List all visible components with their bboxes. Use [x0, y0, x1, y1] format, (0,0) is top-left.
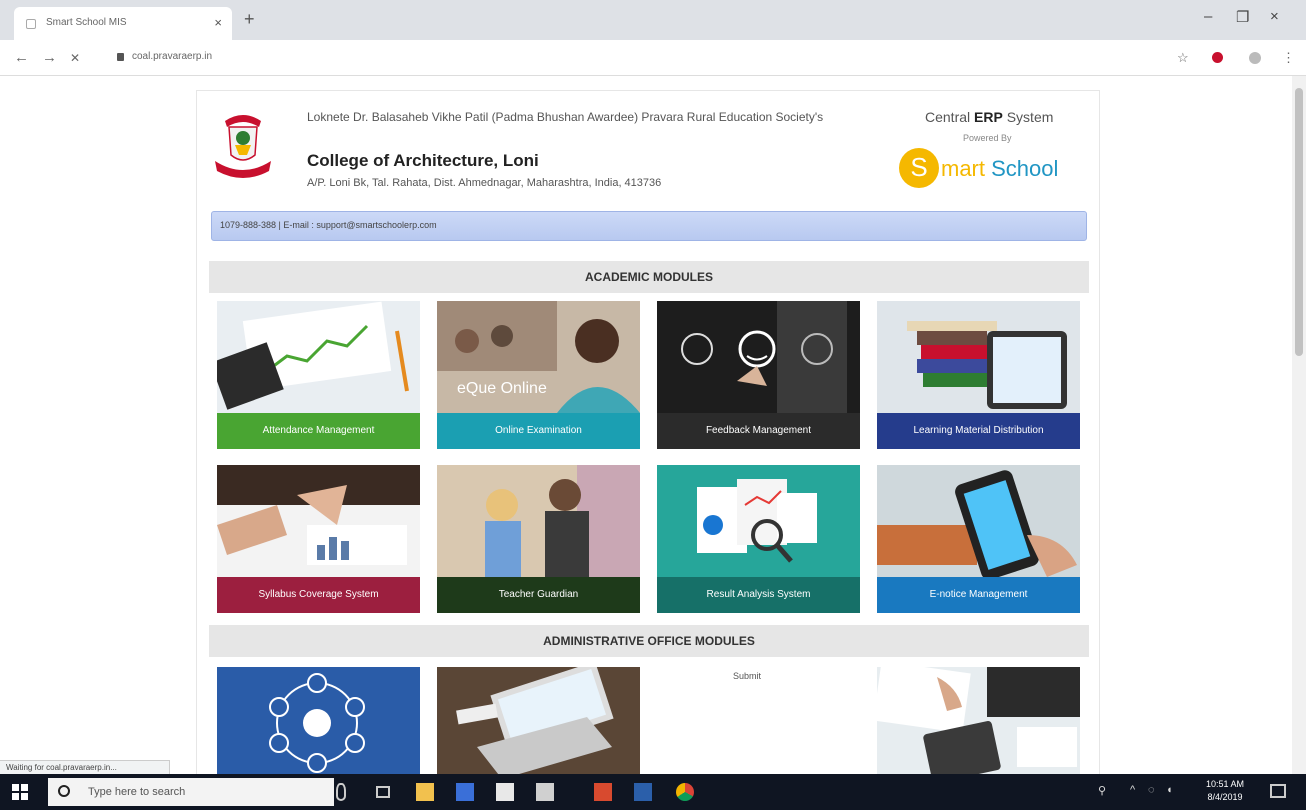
microphone-icon[interactable]	[336, 783, 346, 801]
module-syllabus[interactable]: Syllabus Coverage System	[217, 465, 420, 613]
start-button[interactable]	[12, 784, 28, 800]
browser-tab-strip: Smart School MIS × + – ❐ ×	[0, 0, 1306, 40]
logo-text-a: mart	[941, 156, 992, 181]
network-icon[interactable]: ◌	[1148, 784, 1155, 796]
tab-title: Smart School MIS	[46, 17, 127, 28]
contact-info: 1079-888-388 | E-mail : support@smartsch…	[220, 220, 437, 230]
academic-section-heading: ACADEMIC MODULES	[209, 261, 1089, 293]
address-toolbar: ← → ✕ coal.pravaraerp.in ☆ ⋮	[0, 40, 1306, 76]
browser-menu-icon[interactable]: ⋮	[1282, 50, 1295, 66]
module-caption: Learning Material Distribution	[877, 413, 1080, 449]
chrome-icon[interactable]	[676, 783, 694, 801]
search-placeholder: Type here to search	[88, 786, 186, 798]
page-viewport: Loknete Dr. Balasaheb Vikhe Patil (Padma…	[0, 76, 1292, 774]
scroll-thumb[interactable]	[1295, 88, 1303, 356]
administrative-section-heading: ADMINISTRATIVE OFFICE MODULES	[209, 625, 1089, 657]
erp-title-suffix: System	[1002, 109, 1054, 125]
admin-laptop-image	[437, 667, 640, 774]
module-admin-laptop[interactable]	[437, 667, 640, 774]
mail-icon[interactable]	[496, 783, 514, 801]
learning-material-image	[877, 301, 1080, 413]
module-caption: Feedback Management	[657, 413, 860, 449]
browser-tab[interactable]: Smart School MIS ×	[14, 7, 232, 40]
module-result-analysis[interactable]: Result Analysis System	[657, 465, 860, 613]
profile-avatar[interactable]	[1249, 52, 1261, 64]
college-address: A/P. Loni Bk, Tal. Rahata, Dist. Ahmedna…	[307, 177, 662, 189]
back-button[interactable]: ←	[14, 49, 29, 66]
logo-wordmark: mart School	[941, 156, 1058, 182]
module-caption: Online Examination	[437, 413, 640, 449]
bookmark-star-icon[interactable]: ☆	[1177, 50, 1189, 66]
erp-title-prefix: Central	[925, 109, 975, 125]
teacher-guardian-image	[437, 465, 640, 577]
smart-school-logo-circle: S	[899, 148, 939, 188]
forward-button[interactable]: →	[42, 49, 57, 66]
feedback-image	[657, 301, 860, 413]
e-notice-image	[877, 465, 1080, 577]
module-caption: Teacher Guardian	[437, 577, 640, 613]
people-icon[interactable]: ⚲	[1098, 784, 1106, 797]
eque-overlay-text: eQue Online	[457, 380, 547, 397]
smart-school-logo: S mart School	[899, 148, 1089, 188]
windows-taskbar: Type here to search ⚲ ^ ◌ ◖ 10:51 AM 8/4…	[0, 774, 1306, 810]
erp-title-bold: ERP	[974, 109, 1003, 125]
taskbar-search-box[interactable]: Type here to search	[48, 778, 334, 806]
store-icon[interactable]	[456, 783, 474, 801]
attendance-image	[217, 301, 420, 413]
admin-network-image	[217, 667, 420, 774]
college-crest-logo	[215, 115, 271, 178]
module-learning-material[interactable]: Learning Material Distribution	[877, 301, 1080, 449]
clock-time: 10:51 AM	[1206, 779, 1245, 789]
powerpoint-icon[interactable]	[594, 783, 612, 801]
module-feedback[interactable]: Feedback Management	[657, 301, 860, 449]
portal-container: Loknete Dr. Balasaheb Vikhe Patil (Padma…	[196, 90, 1100, 774]
page-scrollbar[interactable]	[1292, 76, 1306, 774]
broken-image-alt-text: Submit	[733, 671, 762, 681]
module-teacher-guardian[interactable]: Teacher Guardian	[437, 465, 640, 613]
extension-icon[interactable]	[1212, 52, 1223, 63]
result-analysis-image	[657, 465, 860, 577]
restore-button[interactable]: ❐	[1236, 8, 1249, 26]
module-admin-people[interactable]	[217, 667, 420, 774]
tray-chevron-icon[interactable]: ^	[1130, 784, 1135, 796]
module-caption: Attendance Management	[217, 413, 420, 449]
taskbar-clock[interactable]: 10:51 AM 8/4/2019	[1206, 778, 1244, 804]
module-attendance[interactable]: Attendance Management	[217, 301, 420, 449]
file-explorer-icon[interactable]	[416, 783, 434, 801]
tab-close-button[interactable]: ×	[214, 15, 222, 30]
calculator-icon[interactable]	[536, 783, 554, 801]
word-icon[interactable]	[634, 783, 652, 801]
minimize-button[interactable]: –	[1204, 8, 1212, 25]
module-admin-broken-image[interactable]: Submit	[657, 667, 860, 774]
lock-icon	[117, 53, 124, 61]
online-exam-image: eQue Online	[437, 301, 640, 413]
module-caption: Result Analysis System	[657, 577, 860, 613]
contact-bar: 1079-888-388 | E-mail : support@smartsch…	[211, 211, 1087, 241]
syllabus-image	[217, 465, 420, 577]
module-caption: Syllabus Coverage System	[217, 577, 420, 613]
volume-icon[interactable]: ◖	[1166, 784, 1173, 796]
stop-button[interactable]: ✕	[70, 51, 80, 65]
url-field[interactable]: coal.pravaraerp.in	[132, 51, 212, 62]
module-admin-accounts[interactable]	[877, 667, 1080, 774]
module-caption: E-notice Management	[877, 577, 1080, 613]
search-icon	[58, 785, 70, 797]
notifications-icon[interactable]	[1270, 784, 1286, 798]
window-close-button[interactable]: ×	[1270, 8, 1279, 25]
module-online-exam[interactable]: eQue Online Online Examination	[437, 301, 640, 449]
module-e-notice[interactable]: E-notice Management	[877, 465, 1080, 613]
logo-text-b: School	[991, 156, 1059, 181]
tab-favicon-icon	[26, 19, 36, 29]
erp-title: Central ERP System	[925, 109, 1053, 125]
new-tab-button[interactable]: +	[244, 10, 255, 28]
clock-date: 8/4/2019	[1207, 792, 1243, 802]
society-name: Loknete Dr. Balasaheb Vikhe Patil (Padma…	[307, 110, 824, 124]
admin-accounts-image	[877, 667, 1080, 774]
task-view-icon[interactable]	[376, 786, 390, 798]
powered-by-label: Powered By	[963, 133, 1012, 143]
college-name: College of Architecture, Loni	[307, 151, 539, 170]
logo-letter: S	[910, 152, 928, 182]
